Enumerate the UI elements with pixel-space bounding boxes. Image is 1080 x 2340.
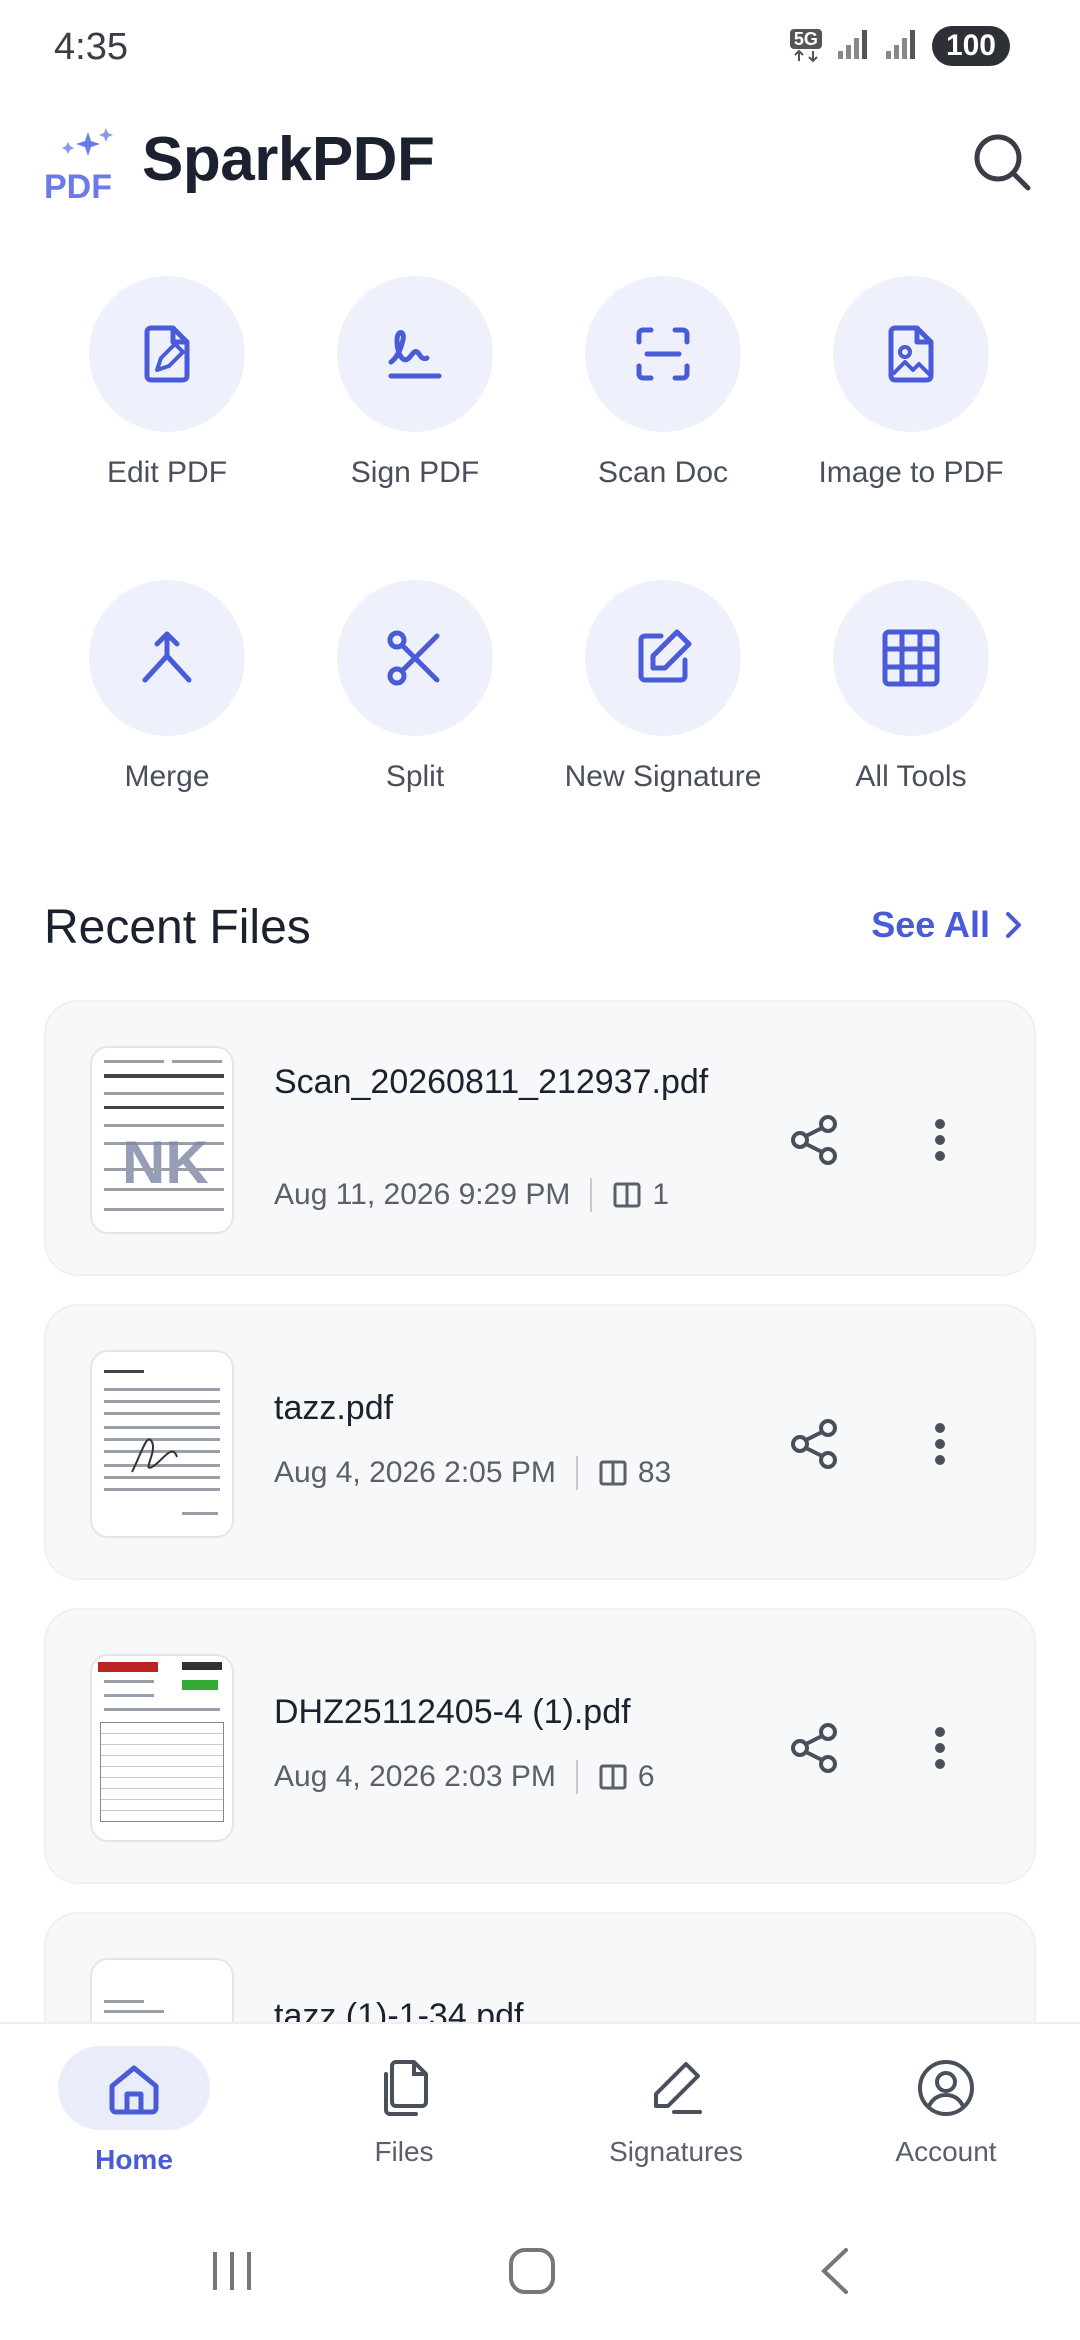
search-button[interactable] bbox=[964, 124, 1040, 200]
sign-pdf-icon bbox=[388, 330, 442, 379]
tool-new-signature[interactable]: New Signature bbox=[540, 580, 786, 794]
scissors-icon bbox=[387, 630, 440, 686]
app-logo-icon: PDF bbox=[44, 126, 124, 206]
see-all-link[interactable]: See All bbox=[871, 904, 1024, 946]
home-icon bbox=[109, 2065, 159, 2115]
edit-pdf-icon bbox=[144, 325, 190, 383]
file-meta: Aug 4, 2026 2:03 PM 6 bbox=[274, 1760, 655, 1794]
signal-icon bbox=[836, 27, 870, 66]
tool-image-to-pdf[interactable]: Image to PDF bbox=[788, 276, 1034, 490]
recent-apps-icon bbox=[213, 2252, 251, 2290]
share-button[interactable] bbox=[778, 1408, 850, 1480]
pages-icon bbox=[613, 1182, 641, 1208]
network-5g-icon: 5G bbox=[789, 29, 822, 63]
status-icons: 5G 100 bbox=[789, 26, 1010, 66]
file-date: Aug 4, 2026 2:05 PM bbox=[274, 1456, 556, 1489]
file-meta: Aug 4, 2026 2:05 PM 83 bbox=[274, 1456, 671, 1490]
recent-files-title: Recent Files bbox=[44, 901, 311, 954]
more-vertical-icon bbox=[935, 1727, 945, 1769]
svg-text:PDF: PDF bbox=[44, 168, 112, 206]
home-circle-icon bbox=[509, 2248, 555, 2294]
share-icon bbox=[791, 1115, 837, 1165]
file-date: Aug 4, 2026 2:03 PM bbox=[274, 1760, 556, 1793]
file-name: DHZ25112405-4 (1).pdf bbox=[274, 1693, 631, 1731]
battery-indicator: 100 bbox=[931, 26, 1010, 66]
account-icon bbox=[918, 2060, 974, 2116]
more-vertical-icon bbox=[935, 1119, 945, 1161]
share-button[interactable] bbox=[778, 1712, 850, 1784]
file-card[interactable]: tazz.pdf Aug 4, 2026 2:05 PM 83 bbox=[44, 1304, 1036, 1580]
nav-signatures[interactable]: Signatures bbox=[566, 2046, 786, 2168]
home-system-button[interactable] bbox=[492, 2236, 572, 2306]
tool-split[interactable]: Split bbox=[292, 580, 538, 794]
pen-icon bbox=[654, 2062, 702, 2114]
back-icon bbox=[821, 2248, 848, 2294]
more-options-button[interactable] bbox=[904, 1712, 976, 1784]
file-date: Aug 11, 2026 9:29 PM bbox=[274, 1178, 571, 1211]
nav-account[interactable]: Account bbox=[836, 2046, 1056, 2168]
file-name: tazz.pdf bbox=[274, 1389, 394, 1427]
app-header: PDF SparkPDF bbox=[0, 110, 1080, 220]
app-title: SparkPDF bbox=[142, 125, 435, 194]
tool-sign-pdf[interactable]: Sign PDF bbox=[292, 276, 538, 490]
file-card[interactable]: DHZ25112405-4 (1).pdf Aug 4, 2026 2:03 P… bbox=[44, 1608, 1036, 1884]
share-icon bbox=[791, 1419, 837, 1469]
status-bar: 4:35 5G 100 bbox=[0, 0, 1080, 100]
recent-apps-button[interactable] bbox=[192, 2236, 272, 2306]
share-icon bbox=[791, 1723, 837, 1773]
tool-merge[interactable]: Merge bbox=[44, 580, 290, 794]
file-thumbnail: NK bbox=[90, 1046, 234, 1234]
file-thumbnail bbox=[90, 1350, 234, 1538]
more-options-button[interactable] bbox=[904, 1408, 976, 1480]
merge-icon bbox=[142, 631, 192, 683]
pages-icon bbox=[599, 1460, 627, 1486]
nav-home[interactable]: Home bbox=[24, 2046, 244, 2176]
back-button[interactable] bbox=[796, 2236, 876, 2306]
scan-doc-icon bbox=[636, 327, 690, 381]
share-button[interactable] bbox=[778, 1104, 850, 1176]
file-card[interactable]: NK Scan_20260811_212937.pdf Aug 11, 2026… bbox=[44, 1000, 1036, 1276]
file-name: Scan_20260811_212937.pdf bbox=[274, 1063, 709, 1101]
pages-icon bbox=[599, 1764, 627, 1790]
more-vertical-icon bbox=[935, 1423, 945, 1465]
files-icon bbox=[384, 2060, 428, 2116]
search-icon bbox=[974, 134, 1031, 191]
nav-files[interactable]: Files bbox=[294, 2046, 514, 2168]
page-count: 1 bbox=[652, 1178, 670, 1211]
signal-icon-2 bbox=[884, 27, 918, 66]
status-time: 4:35 bbox=[54, 26, 128, 68]
image-to-pdf-icon bbox=[888, 325, 934, 383]
tool-all-tools[interactable]: All Tools bbox=[788, 580, 1034, 794]
grid-icon bbox=[882, 629, 940, 687]
tool-edit-pdf[interactable]: Edit PDF bbox=[44, 276, 290, 490]
tool-scan-doc[interactable]: Scan Doc bbox=[540, 276, 786, 490]
more-options-button[interactable] bbox=[904, 1104, 976, 1176]
file-meta: Aug 11, 2026 9:29 PM 1 bbox=[274, 1178, 669, 1212]
page-count: 83 bbox=[637, 1456, 672, 1489]
page-count: 6 bbox=[637, 1760, 655, 1793]
new-signature-icon bbox=[638, 629, 692, 683]
file-thumbnail bbox=[90, 1654, 234, 1842]
bottom-nav: Home Files Signatures Account bbox=[0, 2022, 1080, 2196]
system-navigation-bar bbox=[0, 2196, 1080, 2340]
chevron-right-icon bbox=[1006, 912, 1021, 938]
